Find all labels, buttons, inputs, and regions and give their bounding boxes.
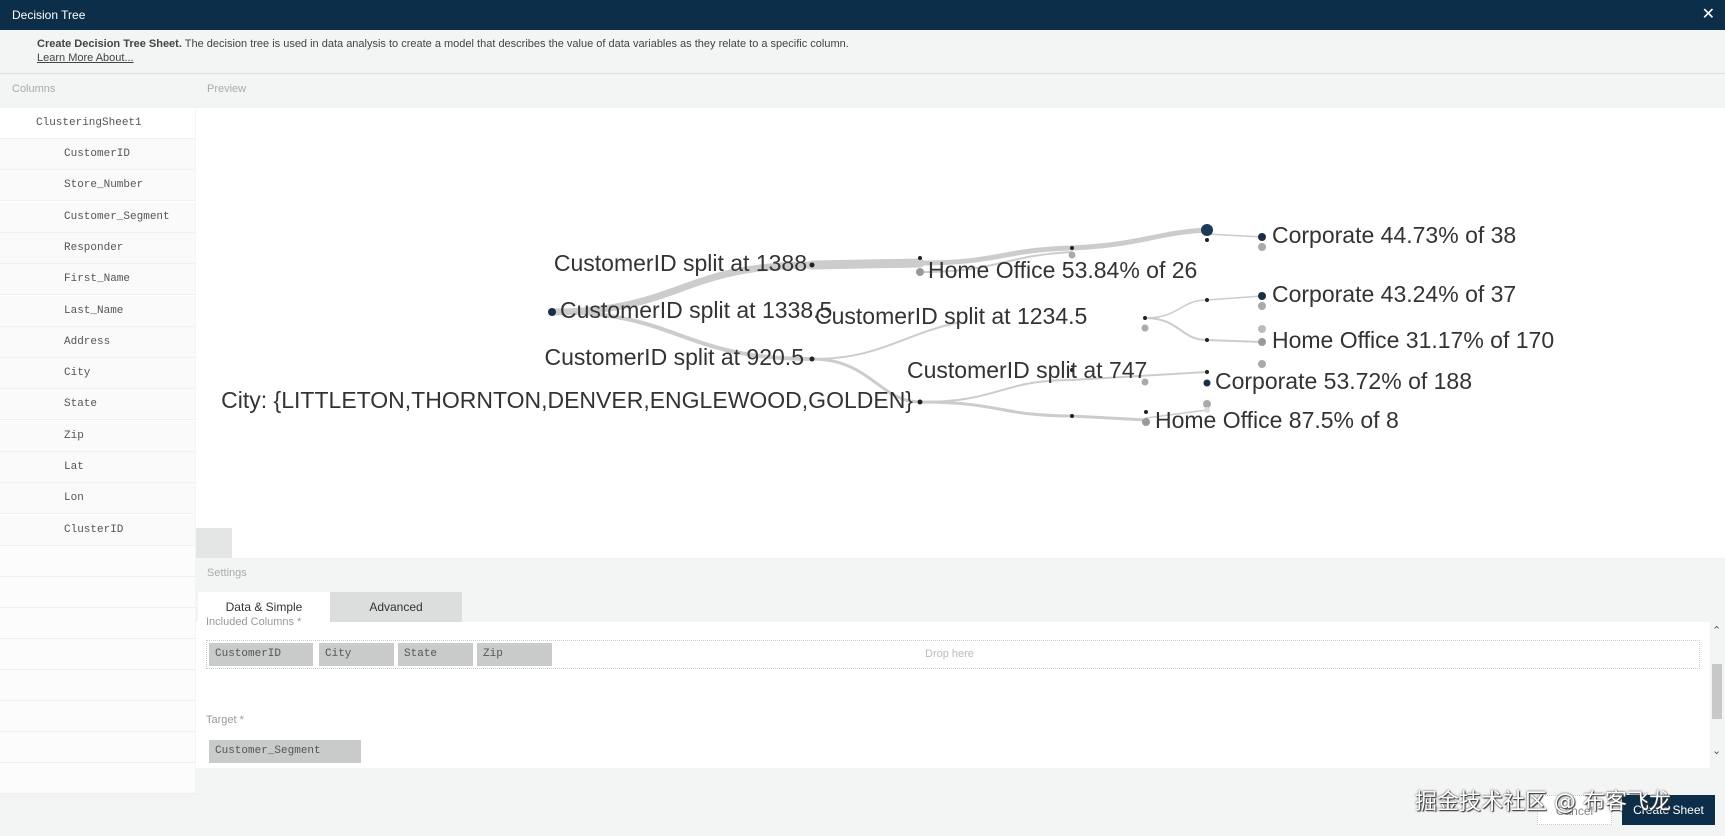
tree-node-dot[interactable] [1070, 414, 1074, 418]
divider [0, 73, 1725, 74]
preview-heading: Preview [207, 83, 247, 95]
tree-node-dot[interactable] [917, 399, 923, 405]
tree-node-label[interactable]: CustomerID split at 747 [907, 357, 1147, 383]
sidebar-empty-row [0, 546, 195, 577]
preview-resize-handle[interactable] [196, 528, 232, 558]
tree-node-dot[interactable] [1258, 360, 1266, 368]
column-item[interactable]: Last_Name [0, 295, 195, 327]
included-chip[interactable]: Zip [477, 643, 552, 666]
tree-node-dot[interactable] [918, 256, 922, 260]
tree-node-dot[interactable] [1143, 316, 1147, 320]
settings-scrollbar[interactable]: ⌃ ⌄ [1710, 622, 1724, 768]
column-item[interactable]: Responder [0, 232, 195, 264]
sidebar-empty-row [0, 608, 195, 639]
included-chip[interactable]: City [319, 643, 394, 666]
included-chip[interactable]: State [398, 643, 473, 666]
tree-node-dot[interactable] [1070, 246, 1074, 250]
description: Create Decision Tree Sheet. The decision… [37, 38, 849, 50]
tree-node-dot[interactable] [1258, 292, 1266, 300]
tree-node-dot[interactable] [1203, 379, 1211, 387]
included-chip[interactable]: CustomerID [209, 643, 313, 666]
tree-node-label[interactable]: Corporate 53.72% of 188 [1215, 368, 1472, 394]
tree-node-dot[interactable] [1258, 325, 1266, 333]
tree-link [1144, 295, 1263, 319]
tree-node-dot[interactable] [1142, 418, 1150, 426]
tree-link [1144, 317, 1263, 343]
scroll-thumb[interactable] [1712, 664, 1722, 719]
tree-link [807, 258, 925, 270]
tree-link [918, 400, 1148, 422]
column-item[interactable]: Lon [0, 483, 195, 515]
description-text: The decision tree is used in data analys… [181, 38, 849, 50]
target-chip[interactable]: Customer_Segment [209, 740, 361, 763]
description-lead: Create Decision Tree Sheet. [37, 38, 182, 50]
tree-node-dot[interactable] [916, 268, 924, 276]
tree-node-label[interactable]: CustomerID split at 1388 [554, 250, 807, 276]
tree-node-label[interactable]: CustomerID split at 920.5 [544, 344, 804, 370]
tree-node-label[interactable]: Home Office 53.84% of 26 [928, 257, 1197, 283]
scroll-down-icon[interactable]: ⌄ [1712, 744, 1721, 757]
tree-node-dot[interactable] [1141, 324, 1149, 332]
watermark: 掘金技术社区 @ 布客飞龙 [1415, 790, 1671, 815]
tree-node-dot[interactable] [1258, 233, 1266, 241]
tree-node-dot[interactable] [1205, 238, 1209, 242]
tree-node-dot[interactable] [1258, 302, 1266, 310]
tree-node-dot[interactable] [1205, 338, 1209, 342]
tree-node-dot[interactable] [1258, 243, 1266, 251]
tree-node-label[interactable]: CustomerID split at 1234.5 [815, 303, 1087, 329]
columns-sidebar: ClusteringSheet1 CustomerID Store_Number C… [0, 108, 195, 794]
tree-node-dot[interactable] [1258, 338, 1266, 346]
sidebar-empty-row [0, 701, 195, 732]
columns-heading: Columns [12, 83, 56, 95]
preview-panel: CustomerID split at 1338.5 CustomerID spl… [196, 108, 1725, 558]
tree-node-label[interactable]: Home Office 31.17% of 170 [1272, 327, 1554, 353]
drop-placeholder: Drop here [925, 648, 974, 660]
tree-link [1206, 233, 1263, 238]
column-item[interactable]: Lat [0, 452, 195, 483]
title-bar: Decision Tree [0, 0, 1725, 30]
tree-node-label[interactable]: Corporate 44.73% of 38 [1272, 222, 1516, 248]
tree-node-dot[interactable] [1205, 370, 1209, 374]
column-item[interactable]: State [0, 389, 195, 421]
column-item[interactable]: Address [0, 326, 195, 358]
tree-node-dot[interactable] [1201, 224, 1213, 236]
column-item[interactable]: Store_Number [0, 170, 195, 202]
tree-node-dot[interactable] [809, 262, 815, 268]
settings-heading: Settings [207, 567, 247, 579]
column-item[interactable]: Customer_Segment [0, 201, 195, 233]
tree-node-dot[interactable] [1144, 410, 1148, 414]
scroll-up-icon[interactable]: ⌃ [1712, 624, 1721, 637]
tab-advanced[interactable]: Advanced [330, 592, 462, 622]
sheet-node[interactable]: ClusteringSheet1 [0, 108, 195, 139]
column-item[interactable]: ClusterID [0, 514, 195, 546]
sidebar-empty-row [0, 639, 195, 670]
sidebar-empty-row [0, 732, 195, 763]
tree-node-dot[interactable] [809, 356, 815, 362]
sidebar-empty-row [0, 763, 195, 794]
close-icon[interactable]: ✕ [1702, 0, 1715, 30]
tree-node-label[interactable]: City: {LITTLETON,THORNTON,DENVER,ENGLEWO… [221, 387, 913, 413]
column-item[interactable]: CustomerID [0, 139, 195, 170]
column-item[interactable]: Zip [0, 420, 195, 452]
tree-node-label[interactable]: Corporate 43.24% of 37 [1272, 281, 1516, 307]
target-label: Target * [206, 714, 244, 726]
tree-node-dot[interactable] [1205, 298, 1209, 302]
tree-node-label[interactable]: CustomerID split at 1338.5 [560, 297, 832, 323]
tree-node-label[interactable]: Home Office 87.5% of 8 [1155, 407, 1399, 433]
sidebar-empty-row [0, 577, 195, 608]
column-item[interactable]: First_Name [0, 264, 195, 296]
tree-node-dot[interactable] [548, 308, 556, 316]
window-title: Decision Tree [12, 8, 86, 22]
column-item[interactable]: City [0, 358, 195, 390]
included-columns-label: Included Columns * [206, 616, 302, 628]
learn-more-link[interactable]: Learn More About... [37, 52, 134, 64]
decision-tree: CustomerID split at 1338.5CustomerID spl… [221, 222, 1554, 433]
sidebar-empty-row [0, 670, 195, 701]
